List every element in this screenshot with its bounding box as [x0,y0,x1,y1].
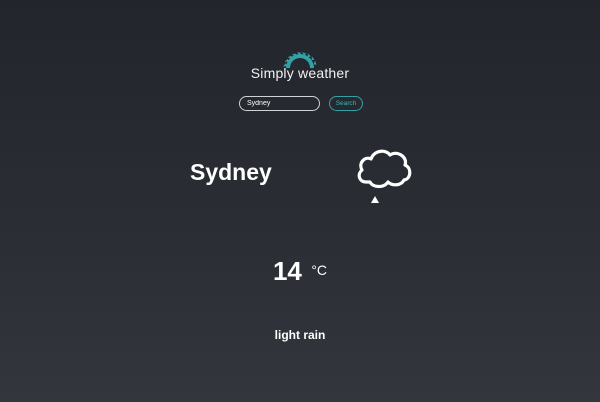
temperature-value: 14 [272,256,302,286]
temperature-display: 14 °C [0,256,600,287]
weather-description: light rain [274,328,326,342]
city-name: Sydney [190,159,272,185]
city-search-input[interactable] [239,96,320,111]
search-button[interactable]: Search [329,96,363,111]
rain-cloud-icon [357,149,412,203]
app-title: Simply weather [250,65,350,81]
temperature-unit: °C [311,262,328,278]
